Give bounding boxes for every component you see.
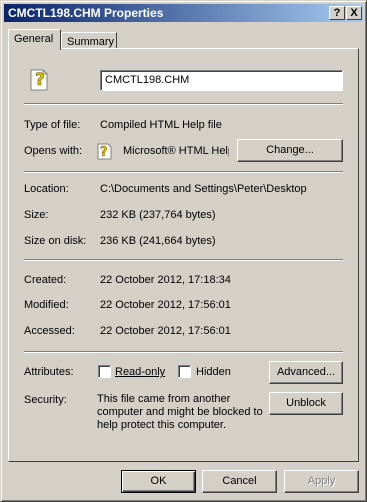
properties-window: CMCTL198.CHM Properties ? X General Summ… — [0, 0, 367, 502]
size-label: Size: — [24, 209, 49, 221]
modified-label: Modified: — [24, 299, 69, 311]
hidden-checkbox[interactable] — [178, 365, 191, 378]
change-button[interactable]: Change... — [237, 139, 343, 162]
location-label: Location: — [24, 183, 69, 195]
readonly-label[interactable]: Read-only — [115, 366, 165, 378]
html-help-icon: ? — [97, 141, 115, 164]
svg-text:?: ? — [35, 70, 45, 90]
size-on-disk-value: 236 KB (241,664 bytes) — [100, 235, 216, 247]
hidden-label[interactable]: Hidden — [196, 366, 231, 378]
opens-with-label: Opens with: — [24, 145, 83, 157]
size-value: 232 KB (237,764 bytes) — [100, 209, 216, 221]
ok-button[interactable]: OK — [121, 470, 196, 493]
created-label: Created: — [24, 274, 67, 286]
separator — [24, 103, 343, 105]
type-label: Type of file: — [24, 119, 81, 131]
close-button[interactable]: X — [346, 6, 362, 20]
attributes-label: Attributes: — [24, 366, 74, 378]
readonly-checkbox[interactable] — [98, 365, 111, 378]
apply-button[interactable]: Apply — [284, 470, 359, 493]
tab-general-label: General — [14, 33, 54, 45]
separator — [24, 351, 343, 353]
advanced-button-label: Advanced... — [276, 366, 336, 378]
chm-file-icon: ? — [29, 66, 53, 95]
accessed-label: Accessed: — [24, 325, 75, 337]
accessed-value: 22 October 2012, 17:56:01 — [100, 325, 231, 337]
advanced-button[interactable]: Advanced... — [269, 361, 343, 384]
cancel-button[interactable]: Cancel — [202, 470, 277, 493]
security-label: Security: — [24, 394, 67, 406]
separator — [24, 171, 343, 173]
unblock-button-label: Unblock — [286, 397, 326, 409]
separator — [24, 259, 343, 261]
created-value: 22 October 2012, 17:18:34 — [100, 274, 231, 286]
cancel-button-label: Cancel — [222, 475, 257, 487]
window-title: CMCTL198.CHM Properties — [8, 6, 164, 20]
title-bar[interactable]: CMCTL198.CHM Properties ? X — [4, 4, 363, 22]
opens-with-value: Microsoft® HTML Help — [123, 145, 229, 157]
modified-value: 22 October 2012, 17:56:01 — [100, 299, 231, 311]
location-value: C:\Documents and Settings\Peter\Desktop — [100, 183, 307, 195]
unblock-button[interactable]: Unblock — [269, 392, 343, 415]
help-button[interactable]: ? — [329, 6, 345, 20]
type-value: Compiled HTML Help file — [100, 119, 222, 131]
tab-general[interactable]: General — [8, 29, 61, 50]
tab-summary-label: Summary — [67, 36, 115, 48]
size-on-disk-label: Size on disk: — [24, 235, 87, 247]
security-text: This file came from another computer and… — [97, 393, 263, 431]
svg-text:?: ? — [100, 145, 108, 160]
apply-button-label: Apply — [307, 475, 336, 487]
change-button-label: Change... — [266, 144, 314, 156]
ok-button-label: OK — [150, 475, 167, 487]
filename-field[interactable]: CMCTL198.CHM — [100, 70, 343, 91]
